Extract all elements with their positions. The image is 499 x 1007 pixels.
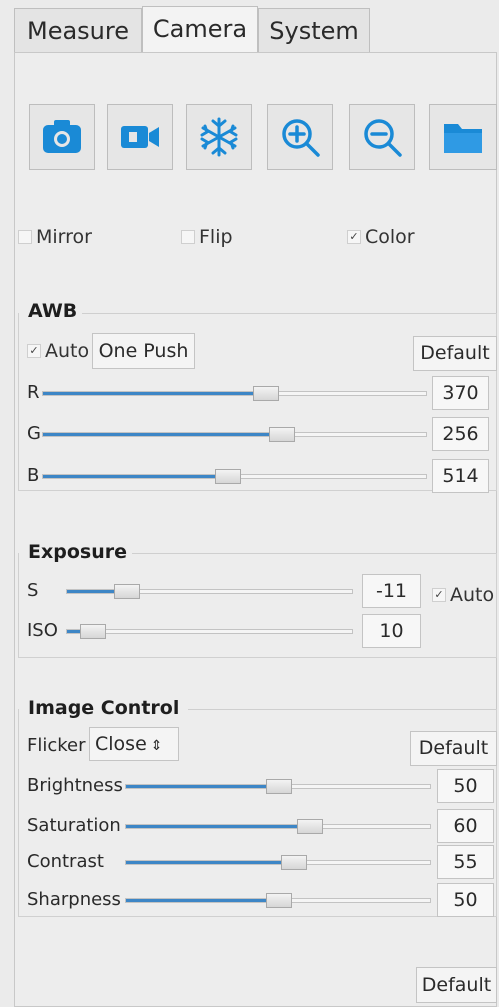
slider-thumb-g[interactable] — [268, 427, 295, 442]
check-icon[interactable]: ✓ — [347, 230, 361, 244]
video-icon — [121, 126, 159, 148]
flip-check-box[interactable] — [181, 230, 195, 244]
awb-auto-label: Auto — [45, 340, 90, 362]
slider-label-g: G — [27, 423, 41, 444]
slider-label-iso: ISO — [27, 620, 58, 641]
awb-default-button[interactable]: Default — [413, 336, 497, 371]
snowflake-icon — [200, 117, 238, 157]
slider-fill — [126, 861, 294, 864]
slider-track-contrast[interactable] — [125, 855, 431, 870]
slider-value-g[interactable]: 256 — [432, 417, 489, 451]
check-icon[interactable]: ✓ — [432, 588, 446, 602]
zoom-in-icon — [282, 119, 320, 157]
awb-auto-checkbox[interactable]: ✓ Auto — [27, 340, 89, 362]
exposure-auto-label: Auto — [450, 584, 495, 606]
open-folder-button[interactable] — [429, 104, 497, 170]
chevron-updown-icon: ⇕ — [150, 738, 163, 754]
slider-value-iso[interactable]: 10 — [362, 614, 421, 648]
tab-measure[interactable]: Measure — [14, 8, 142, 52]
slider-fill — [43, 433, 281, 436]
exposure-auto-checkbox[interactable]: ✓ Auto — [432, 584, 494, 606]
slider-thumb-saturation[interactable] — [296, 819, 323, 834]
slider-fill — [126, 825, 309, 828]
zoom-out-icon — [364, 119, 402, 157]
slider-fill — [126, 899, 278, 902]
slider-track-iso[interactable] — [66, 624, 353, 639]
one-push-button[interactable]: One Push — [92, 333, 195, 369]
slider-value-s[interactable]: -11 — [362, 574, 421, 608]
slider-label-b: B — [27, 465, 40, 486]
slider-label-r: R — [27, 382, 40, 403]
tab-system[interactable]: System — [258, 8, 370, 52]
color-label: Color — [365, 226, 415, 248]
slider-track-saturation[interactable] — [125, 819, 431, 834]
slider-label-brightness: Brightness — [27, 775, 123, 796]
image-control-default-button[interactable]: Default — [410, 731, 497, 766]
slider-track-r[interactable] — [42, 386, 427, 401]
slider-thumb-s[interactable] — [114, 584, 141, 599]
mirror-label: Mirror — [36, 226, 92, 248]
camera-icon — [43, 120, 81, 153]
zoom-in-button[interactable] — [267, 104, 333, 170]
slider-fill — [126, 785, 278, 788]
record-button[interactable] — [107, 104, 173, 170]
flicker-value: Close — [95, 733, 147, 755]
footer-default-button[interactable]: Default — [416, 967, 497, 1003]
mirror-check-box[interactable] — [18, 230, 32, 244]
slider-value-r[interactable]: 370 — [432, 376, 489, 410]
slider-fill — [43, 392, 266, 395]
slider-value-saturation[interactable]: 60 — [437, 809, 494, 843]
folder-icon — [444, 124, 482, 153]
slider-thumb-b[interactable] — [214, 469, 241, 484]
slider-label-s: S — [27, 580, 39, 601]
slider-track-b[interactable] — [42, 469, 427, 484]
slider-thumb-iso[interactable] — [79, 624, 106, 639]
exposure-group-frame — [18, 553, 497, 658]
slider-track-s[interactable] — [66, 584, 353, 599]
mirror-checkbox[interactable]: Mirror — [18, 226, 92, 248]
flip-checkbox[interactable]: Flip — [181, 226, 233, 248]
color-checkbox[interactable]: ✓ Color — [347, 226, 415, 248]
slider-label-contrast: Contrast — [27, 851, 104, 872]
slider-thumb-brightness[interactable] — [266, 779, 292, 794]
flicker-label: Flicker — [27, 735, 86, 756]
slider-value-contrast[interactable]: 55 — [437, 845, 494, 879]
slider-label-saturation: Saturation — [27, 815, 121, 836]
slider-thumb-contrast[interactable] — [281, 855, 308, 870]
slider-value-sharpness[interactable]: 50 — [437, 883, 494, 917]
slider-value-b[interactable]: 514 — [432, 459, 489, 493]
tab-camera[interactable]: Camera — [142, 6, 258, 52]
slider-value-brightness[interactable]: 50 — [437, 769, 494, 803]
flip-label: Flip — [199, 226, 233, 248]
slider-track-sharpness[interactable] — [125, 893, 431, 908]
slider-thumb-sharpness[interactable] — [266, 893, 292, 908]
check-icon[interactable]: ✓ — [27, 344, 41, 358]
zoom-out-button[interactable] — [349, 104, 415, 170]
slider-track-brightness[interactable] — [125, 779, 431, 794]
slider-label-sharpness: Sharpness — [27, 889, 121, 910]
flicker-select[interactable]: Close ⇕ — [89, 727, 179, 761]
slider-track-g[interactable] — [42, 427, 427, 442]
slider-fill — [43, 475, 227, 478]
capture-button[interactable] — [29, 104, 95, 170]
freeze-button[interactable] — [186, 104, 252, 170]
slider-thumb-r[interactable] — [253, 386, 280, 401]
